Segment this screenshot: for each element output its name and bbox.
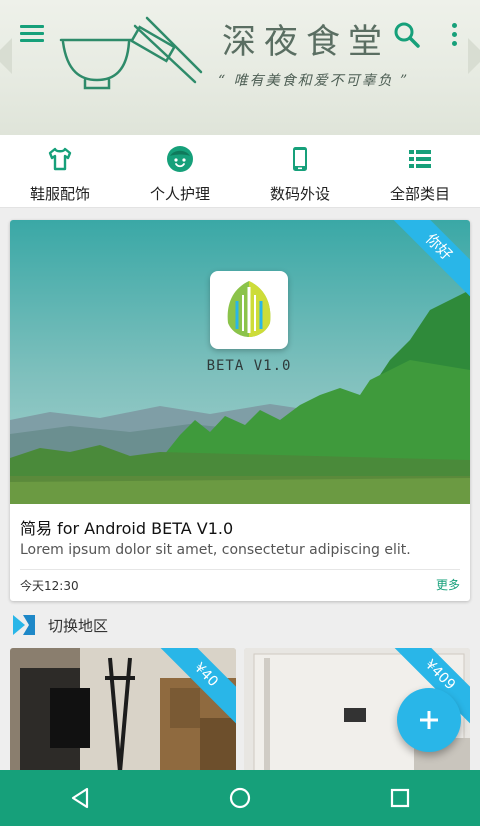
banner-prev-arrow[interactable] (0, 38, 12, 74)
recents-square-icon (390, 788, 410, 808)
card-description: Lorem ipsum dolor sit amet, consectetur … (20, 542, 411, 558)
home-circle-icon (229, 787, 251, 809)
category-label: 数码外设 (269, 185, 330, 203)
system-nav-bar (0, 770, 480, 826)
category-digital-peripherals[interactable]: 数码外设 (240, 135, 360, 207)
category-bar: 鞋服配饰 个人护理 数码外设 全部类目 (0, 135, 480, 208)
category-shoes-apparel[interactable]: 鞋服配饰 (0, 135, 120, 207)
feature-card[interactable]: BETA V1.0 你好 简易 for Android BETA V1.0 Lo… (10, 220, 470, 601)
back-triangle-icon (71, 787, 89, 809)
leaf-logo-icon (227, 281, 271, 337)
switch-region-icon (13, 615, 35, 635)
card-timestamp: 今天12:30 (20, 579, 79, 593)
brand-slogan: “ 唯有美食和爱不可辜负 ” (218, 73, 410, 89)
card-title: 简易 for Android BETA V1.0 (20, 519, 234, 538)
category-label: 鞋服配饰 (29, 185, 90, 203)
section-label: 切换地区 (48, 616, 109, 635)
search-icon[interactable] (393, 21, 421, 49)
face-icon (167, 146, 193, 172)
switch-region[interactable]: 切换地区 (12, 612, 108, 638)
add-icon (420, 711, 438, 729)
add-fab[interactable] (397, 688, 461, 752)
list-icon (409, 150, 431, 168)
more-vert-icon[interactable] (446, 20, 462, 50)
product-card[interactable]: ¥40 (10, 648, 236, 772)
category-label: 个人护理 (149, 185, 210, 203)
menu-icon[interactable] (18, 22, 46, 46)
nav-recents-button[interactable] (380, 778, 420, 818)
card-divider (20, 569, 460, 570)
banner-next-arrow[interactable] (468, 38, 480, 74)
app-version-label: BETA V1.0 (206, 358, 292, 374)
nav-home-button[interactable] (220, 778, 260, 818)
category-label: 全部类目 (389, 185, 450, 203)
brand-title: 深夜食堂 (222, 22, 390, 62)
app-icon (210, 271, 288, 349)
category-personal-care[interactable]: 个人护理 (120, 135, 240, 207)
more-link[interactable]: 更多 (436, 576, 460, 593)
smartphone-icon (293, 147, 307, 171)
tshirt-icon (48, 147, 72, 171)
header-banner: 深夜食堂 “ 唯有美食和爱不可辜负 ” (0, 0, 480, 135)
rice-bowl-logo-icon (59, 16, 203, 90)
nav-back-button[interactable] (60, 778, 100, 818)
category-all[interactable]: 全部类目 (360, 135, 480, 207)
